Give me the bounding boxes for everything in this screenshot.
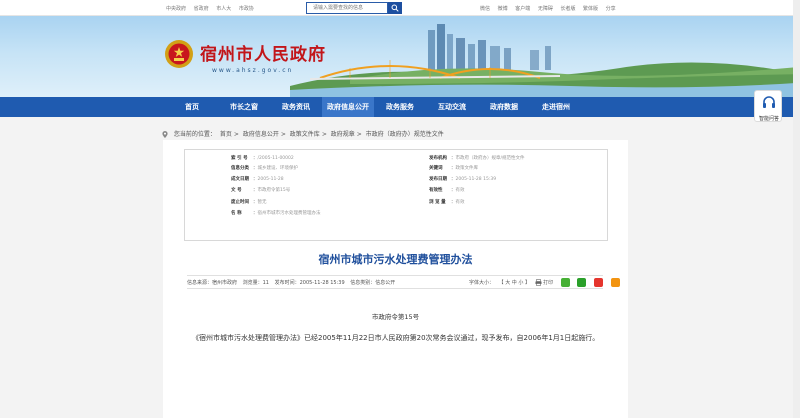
top-link-provincial-gov[interactable]: 省政府	[194, 6, 209, 12]
meta-row: 有效性 ：有效	[429, 188, 465, 193]
site-domain: www.ahsz.gov.cn	[212, 67, 294, 74]
meta-row: 发布机构 ：市政府（政府办）规章/规范性文件	[429, 156, 525, 161]
top-link-cppcc[interactable]: 市政协	[239, 6, 254, 12]
document-title: 宿州市城市污水处理费管理办法	[318, 253, 473, 266]
site-search	[306, 2, 402, 14]
wechat-share-icon[interactable]	[560, 278, 570, 287]
top-links-left: 中央政府 省政府 市人大 市政协	[166, 5, 260, 12]
info-views: 浏览量：11	[242, 280, 269, 286]
top-links-right: 微信 微博 客户端 无障碍 长者版 繁体版 分享	[480, 5, 622, 12]
search-icon	[391, 4, 399, 12]
search-button[interactable]	[388, 2, 402, 14]
nav-item-interaction[interactable]: 互动交流	[426, 97, 478, 117]
font-size-switcher[interactable]: 【 大 中 小 】	[499, 280, 530, 286]
nav-item-home[interactable]: 首页	[166, 97, 218, 117]
top-link-accessibility[interactable]: 无障碍	[538, 6, 553, 12]
meta-row: 浏 览 量：有效	[429, 200, 465, 205]
weibo-share-icon[interactable]	[593, 278, 603, 287]
search-input[interactable]	[306, 2, 388, 14]
article-info-bar: 信息来源：宿州市政府 浏览量：11 发布时间：2005-11-28 15:39 …	[187, 275, 620, 289]
meta-row: 发布日期 ：2005-11-28 15:39	[429, 177, 497, 182]
top-link-city-congress[interactable]: 市人大	[216, 6, 231, 12]
top-link-share[interactable]: 分享	[606, 6, 616, 12]
decree-number: 市政府令第15号	[371, 313, 420, 321]
meta-row: 索 引 号：/2005-11-00002	[231, 156, 294, 161]
article-paragraph: 《宿州市城市污水处理费管理办法》已经2005年11月22日市人民政府第20次常务…	[192, 334, 600, 342]
info-publish-time: 发布时间：2005-11-28 15:39	[274, 280, 345, 286]
top-link-weibo[interactable]: 微博	[498, 6, 508, 12]
nav-item-mayor[interactable]: 市长之窗	[218, 97, 270, 117]
meta-row: 废止时间 ：暂无	[231, 200, 267, 205]
page-scrollbar[interactable]	[793, 0, 800, 418]
location-pin-icon	[162, 131, 168, 138]
site-banner: 宿州市人民政府 www.ahsz.gov.cn	[0, 16, 800, 97]
top-link-app[interactable]: 客户端	[515, 6, 530, 12]
nav-item-info-disclosure[interactable]: 政府信息公开	[322, 97, 374, 117]
nav-item-services[interactable]: 政务服务	[374, 97, 426, 117]
print-label[interactable]: 打印	[543, 280, 553, 286]
top-link-elder-mode[interactable]: 长者版	[560, 6, 575, 12]
top-link-traditional[interactable]: 繁体版	[583, 6, 598, 12]
breadcrumb-prefix: 您当前的位置：	[173, 131, 216, 138]
site-title: 宿州市人民政府	[200, 45, 326, 65]
breadcrumb-policy-library[interactable]: 政策文件库	[290, 131, 320, 138]
nav-item-news[interactable]: 政务资讯	[270, 97, 322, 117]
article-card: 索 引 号：/2005-11-00002 信息分类 ：城乡建设、环境保护 成文日期…	[163, 140, 628, 418]
moments-share-icon[interactable]	[577, 278, 587, 287]
font-size-label: 字体大小：	[469, 280, 495, 286]
main-nav: 首页 市长之窗 政务资讯 政府信息公开 政务服务 互动交流 政府数据 走进宿州	[0, 97, 800, 117]
top-utility-bar: 中央政府 省政府 市人大 市政协 微信 微博 客户端 无障碍 长者版 繁体版 分…	[0, 0, 800, 16]
document-metadata-table: 索 引 号：/2005-11-00002 信息分类 ：城乡建设、环境保护 成文日期…	[184, 149, 608, 241]
breadcrumb-normative-docs[interactable]: 市政府（政府办）规范性文件	[366, 131, 444, 138]
info-source: 信息来源：宿州市政府	[187, 280, 238, 286]
breadcrumb: 您当前的位置： 首页 > 政府信息公开 > 政策文件库 > 政府规章 > 市政府（政府办…	[162, 129, 446, 138]
top-link-central-gov[interactable]: 中央政府	[166, 6, 186, 12]
breadcrumb-home[interactable]: 首页	[220, 131, 232, 138]
meta-row: 名 称：宿州市城市污水处理费管理办法	[231, 211, 321, 216]
meta-row: 文 号：市政府令第15号	[231, 188, 291, 193]
meta-row: 关键词 ：政策文件库	[429, 166, 478, 171]
smart-qa-button[interactable]: 智能问答	[754, 90, 782, 122]
qzone-share-icon[interactable]	[610, 278, 620, 287]
headset-icon	[763, 96, 775, 108]
top-link-wechat[interactable]: 微信	[480, 6, 490, 12]
meta-row: 信息分类 ：城乡建设、环境保护	[231, 166, 298, 171]
nav-item-data[interactable]: 政府数据	[478, 97, 530, 117]
smart-qa-label: 智能问答	[758, 116, 779, 122]
national-emblem-icon	[165, 40, 193, 68]
info-category: 信息类别：信息公开	[350, 280, 396, 286]
print-icon[interactable]	[535, 279, 542, 286]
meta-row: 成文日期 ：2005-11-28	[231, 177, 284, 182]
nav-item-about-suzhou[interactable]: 走进宿州	[530, 97, 582, 117]
city-skyline-image	[290, 24, 800, 97]
breadcrumb-info-disclosure[interactable]: 政府信息公开	[243, 131, 279, 138]
breadcrumb-regulations[interactable]: 政府规章	[331, 131, 355, 138]
